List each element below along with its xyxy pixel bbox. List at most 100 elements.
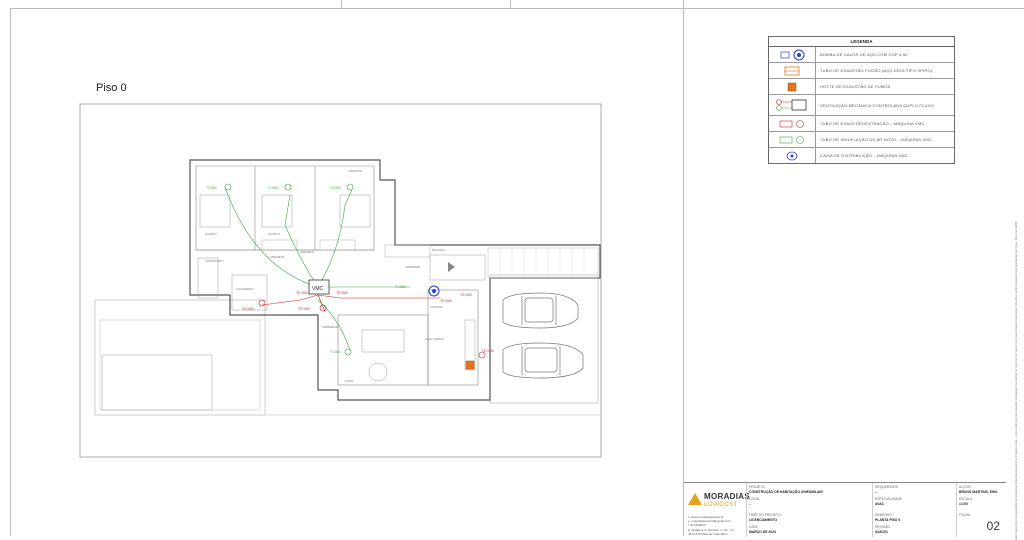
supply-markers xyxy=(224,183,354,356)
logo-icon xyxy=(688,493,702,505)
tb-divider xyxy=(956,483,957,537)
revisao-value: AVAC01 xyxy=(875,530,888,534)
svg-text:TI-VMC: TI-VMC xyxy=(206,186,218,190)
data-value: MARÇO DE 2024 xyxy=(749,530,776,534)
title-block: MORADIAS LOWCOST t. www.moradiaslowcost.… xyxy=(684,482,1006,537)
fase-label: FASE DO PROJETO xyxy=(749,513,781,517)
sheet-number: 02 xyxy=(986,519,1000,533)
legend-text: VENTILAÇÃO MECÂNICA CONTROLADA DUPLO FLU… xyxy=(820,102,934,108)
local-value: – xyxy=(749,502,751,506)
svg-text:TE-VMC: TE-VMC xyxy=(460,293,473,297)
garden-area xyxy=(99,319,261,411)
house-outer-walls xyxy=(189,159,601,401)
svg-text:TE-VMC: TE-VMC xyxy=(336,291,349,295)
svg-text:TI-VMC: TI-VMC xyxy=(330,350,342,354)
hood-symbol xyxy=(465,360,475,370)
insufflation-duct-icon xyxy=(769,132,816,147)
svg-text:ALPENDRE: ALPENDRE xyxy=(405,265,420,269)
site-boundary xyxy=(79,103,602,458)
fase-value: LICENCIAMENTO xyxy=(749,518,778,522)
sofa xyxy=(361,329,405,353)
svg-text:TI-VMC: TI-VMC xyxy=(395,285,407,289)
especialidade-value: AVAC xyxy=(875,502,885,506)
escala-label: ESCALA xyxy=(959,497,973,501)
legend-row: BOMBA DE CALOR DE AQS COM COP 3,5K xyxy=(769,47,954,63)
logo-sub: LOWCOST xyxy=(704,502,738,508)
floor-plan: VMC TI-VMC TI-VMC TI-VMC TE-VMC TE-VMC T… xyxy=(79,103,602,458)
revisao-label: REVISÃO xyxy=(875,525,891,529)
legend-row: VENTILAÇÃO MECÂNICA CONTROLADA DUPLO FLU… xyxy=(769,95,954,116)
data-label: DATA xyxy=(749,525,758,529)
tb-divider xyxy=(872,483,873,537)
legend-row: CAIXA DE DISTRIBUIÇÃO – MÁQUINA VMC xyxy=(769,148,954,163)
legend-text: TUBO DE INSUFLAÇÃO DE AR NOVO – MÁQUINA … xyxy=(820,137,932,142)
pergola-slats xyxy=(499,248,585,278)
bathroom xyxy=(231,274,268,311)
bed-1 xyxy=(199,194,231,228)
legend-text: TUBO DE EXAUSTÃO/EXTRAÇÃO – MÁQUINA VMC xyxy=(820,121,925,126)
pergola xyxy=(487,247,599,279)
svg-text:TE-VMC: TE-VMC xyxy=(440,299,453,303)
smoke-hood-icon xyxy=(769,79,816,94)
legend-row: TUBO DE INSUFLAÇÃO DE AR NOVO – MÁQUINA … xyxy=(769,132,954,148)
copyright-note: Este desenho é propriedade da empresa So… xyxy=(1014,221,1018,540)
requerente-value: – xyxy=(875,490,877,494)
legend-row: TUBO DE EXAUSTÃO FOGÃO (AÇO INOX/TIPO SP… xyxy=(769,63,954,79)
desenho-value: PLANTA PISO 0 xyxy=(875,518,901,522)
frame-top-right-line xyxy=(683,8,1024,9)
folha-label: FOLHA xyxy=(959,513,971,517)
vmc-label: VMC xyxy=(312,286,324,292)
svg-text:TE-VMC: TE-VMC xyxy=(242,307,255,311)
legend-table: LEGENDA BOMBA DE CALOR DE AQS COM COP 3,… xyxy=(768,36,955,164)
autor-value: BRUNO MARTINS, ENG. xyxy=(959,490,998,494)
laundry-counter xyxy=(197,257,219,299)
svg-text:TI-VMC: TI-VMC xyxy=(330,186,342,190)
svg-text:TE-VMC: TE-VMC xyxy=(298,307,311,311)
svg-text:SUITE: SUITE xyxy=(345,379,353,383)
parking-area xyxy=(489,274,599,404)
closet-1 xyxy=(261,239,298,251)
car-2 xyxy=(502,342,584,379)
drawing-sheet: Piso 0 VMC TI-VMC TI-VMC TI-VMC TE-VMC T… xyxy=(0,0,1024,540)
logo-name: MORADIAS xyxy=(704,492,750,501)
tb-divider xyxy=(746,483,747,537)
contact-line: 4470-470 Maia do Calendário xyxy=(688,531,728,536)
legend-row: TUBO DE EXAUSTÃO/EXTRAÇÃO – MÁQUINA VMC xyxy=(769,116,954,132)
pool xyxy=(101,354,213,411)
svg-text:TE-VMC: TE-VMC xyxy=(482,349,495,353)
svg-text:ESCRITÓRIO: ESCRITÓRIO xyxy=(206,258,224,263)
closet-3 xyxy=(384,244,431,258)
company-logo: MORADIAS LOWCOST xyxy=(688,491,750,513)
room-labels: ESCRITÓRIO ARRUMOS ARRUMOS ARRUMOS CORRE… xyxy=(205,169,445,383)
duct-labels: TI-VMC TI-VMC TI-VMC TE-VMC TE-VMC TE-VM… xyxy=(206,186,495,354)
exhaust-flue-icon xyxy=(769,63,816,78)
svg-text:LAVANDARIA: LAVANDARIA xyxy=(236,287,253,291)
heat-pump-icon xyxy=(769,47,816,62)
legend-text: BOMBA DE CALOR DE AQS COM COP 3,5K xyxy=(820,52,909,57)
extract-markers xyxy=(258,299,486,359)
living-room xyxy=(337,314,429,386)
legend-title: LEGENDA xyxy=(769,37,954,47)
entry-arrow xyxy=(448,262,455,272)
legend-text: CAIXA DE DISTRIBUIÇÃO – MÁQUINA VMC xyxy=(820,153,908,158)
extraction-duct-icon xyxy=(769,116,816,131)
svg-text:QUARTO: QUARTO xyxy=(205,232,218,236)
escala-value: 1:100 xyxy=(959,502,968,506)
svg-text:ENTRADA: ENTRADA xyxy=(432,248,445,252)
requerente-label: REQUERENTE xyxy=(875,485,899,489)
vmc-unit-icon xyxy=(769,95,816,115)
svg-text:ARRUMOS: ARRUMOS xyxy=(348,169,362,173)
especialidade-label: ESPECIALIDADE xyxy=(875,497,902,501)
legend-text: TUBO DE EXAUSTÃO FOGÃO (AÇO INOX/TIPO SP… xyxy=(820,68,933,73)
bedroom-wing xyxy=(195,165,375,251)
legend-text: HOTTE DE EXAUSTÃO DE FUMOS xyxy=(820,84,891,89)
lot-outline-left xyxy=(94,299,266,416)
svg-text:CORREDOR: CORREDOR xyxy=(322,325,338,329)
svg-text:QUARTO: QUARTO xyxy=(268,232,281,236)
dining-table xyxy=(368,362,388,382)
car-1 xyxy=(502,292,579,329)
svg-text:ARRUMOS: ARRUMOS xyxy=(270,255,284,259)
projeto-label: PROJETO xyxy=(749,485,765,489)
company-contacts: t. www.moradiaslowcost.pt e. moradiaslow… xyxy=(688,515,734,536)
extract-ducts xyxy=(261,294,440,313)
